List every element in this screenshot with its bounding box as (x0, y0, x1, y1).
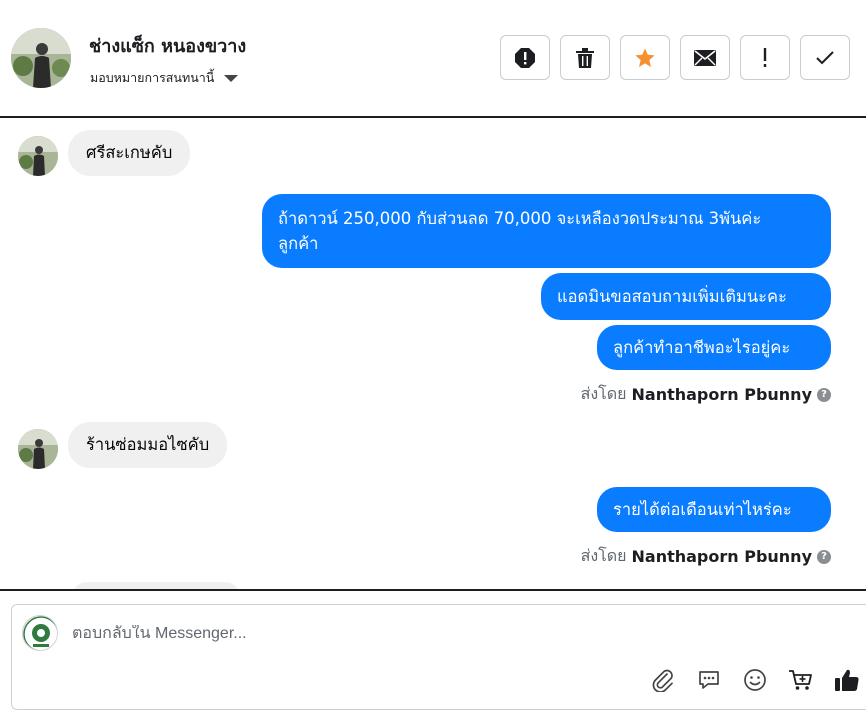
sent-by-label: ส่งโดย Nanthaporn Pbunny ? (581, 544, 831, 569)
sent-by-prefix: ส่งโดย (580, 384, 627, 403)
contact-avatar[interactable] (11, 28, 71, 88)
page-avatar (22, 615, 58, 651)
alert-octagon-icon (515, 47, 535, 68)
cart-plus-icon (789, 670, 812, 690)
help-icon[interactable]: ? (817, 549, 831, 564)
sent-by-name: Nanthaporn Pbunny (631, 385, 813, 404)
mark-unread-button[interactable] (680, 35, 730, 80)
sender-avatar[interactable] (18, 429, 58, 469)
exclamation-icon (763, 47, 767, 67)
help-icon[interactable]: ? (817, 387, 831, 402)
sent-by-label: ส่งโดย Nanthaporn Pbunny ? (581, 382, 831, 407)
follow-up-button[interactable] (740, 35, 790, 80)
delete-button[interactable] (560, 35, 610, 80)
mark-spam-button[interactable] (500, 35, 550, 80)
incoming-message-bubble-partial (72, 582, 240, 589)
thread-divider (0, 589, 866, 591)
message-thread[interactable]: ศรีสะเกษคับ ถ้าดาวน์ 250,000 กับส่วนลด 7… (0, 120, 866, 589)
smiley-icon (744, 669, 766, 691)
mark-done-button[interactable] (800, 35, 850, 80)
outgoing-message-bubble: รายได้ต่อเดือนเท่าไหร่คะ (597, 487, 831, 532)
assign-conversation-dropdown[interactable]: มอบหมายการสนทนานี้ (90, 68, 239, 88)
chat-bubble-icon (699, 671, 719, 689)
conversation-header: ช่างแซ็ก หนองขวาง มอบหมายการสนทนานี้ (0, 0, 866, 118)
envelope-icon (694, 49, 716, 66)
incoming-message-bubble: ร้านซ่อมมอไซคับ (68, 422, 228, 468)
star-icon (635, 47, 655, 67)
message-line: ลูกค้า (278, 234, 319, 253)
reply-composer (11, 604, 866, 710)
sent-by-name: Nanthaporn Pbunny (631, 547, 813, 566)
sent-by-prefix: ส่งโดย (580, 546, 627, 565)
attach-file-button[interactable] (650, 667, 676, 693)
sender-avatar[interactable] (18, 136, 58, 176)
paperclip-icon (652, 669, 673, 692)
assign-conversation-label: มอบหมายการสนทนานี้ (90, 70, 215, 85)
reply-input[interactable] (72, 625, 632, 643)
outgoing-message-bubble: ถ้าดาวน์ 250,000 กับส่วนลด 70,000 จะเหลื… (262, 194, 831, 268)
saved-replies-button[interactable] (696, 667, 722, 693)
contact-name: ช่างแซ็ก หนองขวาง (89, 36, 247, 57)
add-to-cart-button[interactable] (788, 667, 814, 693)
trash-icon (576, 47, 594, 68)
composer-tools (650, 667, 860, 693)
header-actions (500, 35, 850, 80)
message-line: ถ้าดาวน์ 250,000 กับส่วนลด 70,000 จะเหลื… (278, 209, 762, 228)
caret-down-icon (224, 74, 239, 82)
outgoing-message-bubble: แอดมินขอสอบถามเพิ่มเติมนะคะ (541, 273, 831, 320)
emoji-button[interactable] (742, 667, 768, 693)
like-button[interactable] (834, 667, 860, 693)
incoming-message-bubble: ศรีสะเกษคับ (68, 130, 191, 176)
thumbs-up-icon (835, 669, 859, 691)
checkmark-icon (816, 50, 834, 64)
star-button[interactable] (620, 35, 670, 80)
outgoing-message-bubble: ลูกค้าทำอาชีพอะไรอยู่คะ (597, 325, 831, 370)
